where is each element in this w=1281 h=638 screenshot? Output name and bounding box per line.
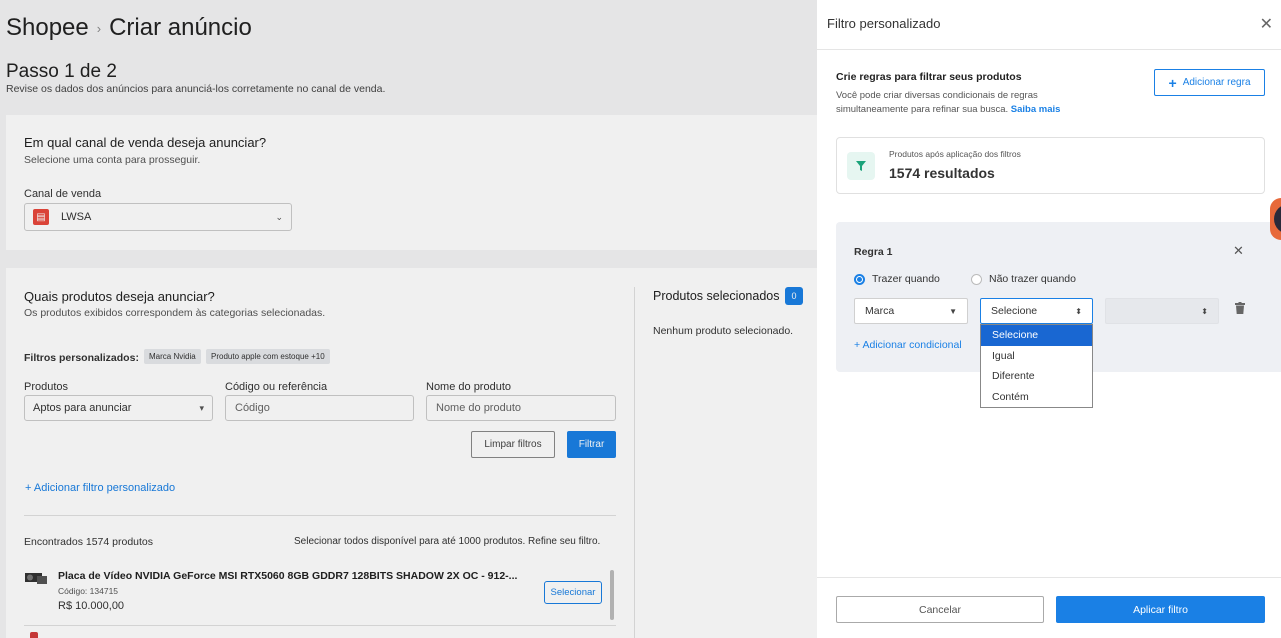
radio-exclude[interactable]: Não trazer quando [971, 273, 1076, 285]
rule-field-value: Marca [865, 305, 895, 317]
funnel-icon [847, 152, 875, 180]
drawer-footer-divider [817, 577, 1281, 578]
rule-operator-select[interactable]: Selecione ⬍ [980, 298, 1093, 324]
cancel-button[interactable]: Cancelar [836, 596, 1044, 623]
dropdown-option[interactable]: Diferente [981, 366, 1092, 387]
learn-more-link[interactable]: Saiba mais [1011, 104, 1061, 115]
apply-filter-button[interactable]: Aplicar filtro [1056, 596, 1265, 623]
results-value: 1574 resultados [889, 165, 995, 181]
remove-rule-icon[interactable]: ✕ [1233, 243, 1244, 259]
drawer-header-divider [817, 49, 1281, 50]
add-rule-label: Adicionar regra [1182, 77, 1251, 88]
rule-title: Regra 1 [854, 246, 893, 258]
results-summary: Produtos após aplicação dos filtros 1574… [836, 137, 1265, 194]
operator-dropdown-list: Selecione Igual Diferente Contém [980, 324, 1093, 408]
drawer-heading: Crie regras para filtrar seus produtos [836, 71, 1022, 83]
updown-arrows-icon: ⬍ [1201, 306, 1208, 316]
radio-exclude-label: Não trazer quando [989, 273, 1076, 285]
drawer-title: Filtro personalizado [827, 16, 941, 31]
dropdown-option[interactable]: Igual [981, 346, 1092, 367]
radio-include-label: Trazer quando [872, 273, 940, 285]
radio-include[interactable]: Trazer quando [854, 273, 940, 285]
drawer-description: Você pode criar diversas condicionais de… [836, 89, 1086, 117]
modal-backdrop[interactable] [0, 0, 817, 638]
chat-widget-icon[interactable] [1270, 198, 1281, 240]
close-icon[interactable]: ✕ [1260, 14, 1273, 34]
results-label: Produtos após aplicação dos filtros [889, 149, 1021, 159]
custom-filter-drawer: Filtro personalizado ✕ Crie regras para … [817, 0, 1281, 638]
caret-down-icon: ▼ [949, 306, 957, 316]
plus-icon: + [1168, 74, 1177, 91]
radio-unchecked-icon [971, 273, 982, 285]
updown-arrows-icon: ⬍ [1075, 306, 1082, 316]
add-rule-button[interactable]: + Adicionar regra [1154, 69, 1265, 96]
add-condition-link[interactable]: + Adicionar condicional [854, 339, 962, 351]
trash-icon[interactable] [1235, 302, 1245, 314]
rule-value-select[interactable]: ⬍ [1105, 298, 1219, 324]
dropdown-option[interactable]: Contém [981, 387, 1092, 408]
radio-checked-icon [854, 273, 865, 285]
drawer-description-text: Você pode criar diversas condicionais de… [836, 90, 1038, 115]
dropdown-option[interactable]: Selecione [981, 325, 1092, 346]
rule-operator-value: Selecione [991, 305, 1038, 317]
rule-field-select[interactable]: Marca ▼ [854, 298, 968, 324]
